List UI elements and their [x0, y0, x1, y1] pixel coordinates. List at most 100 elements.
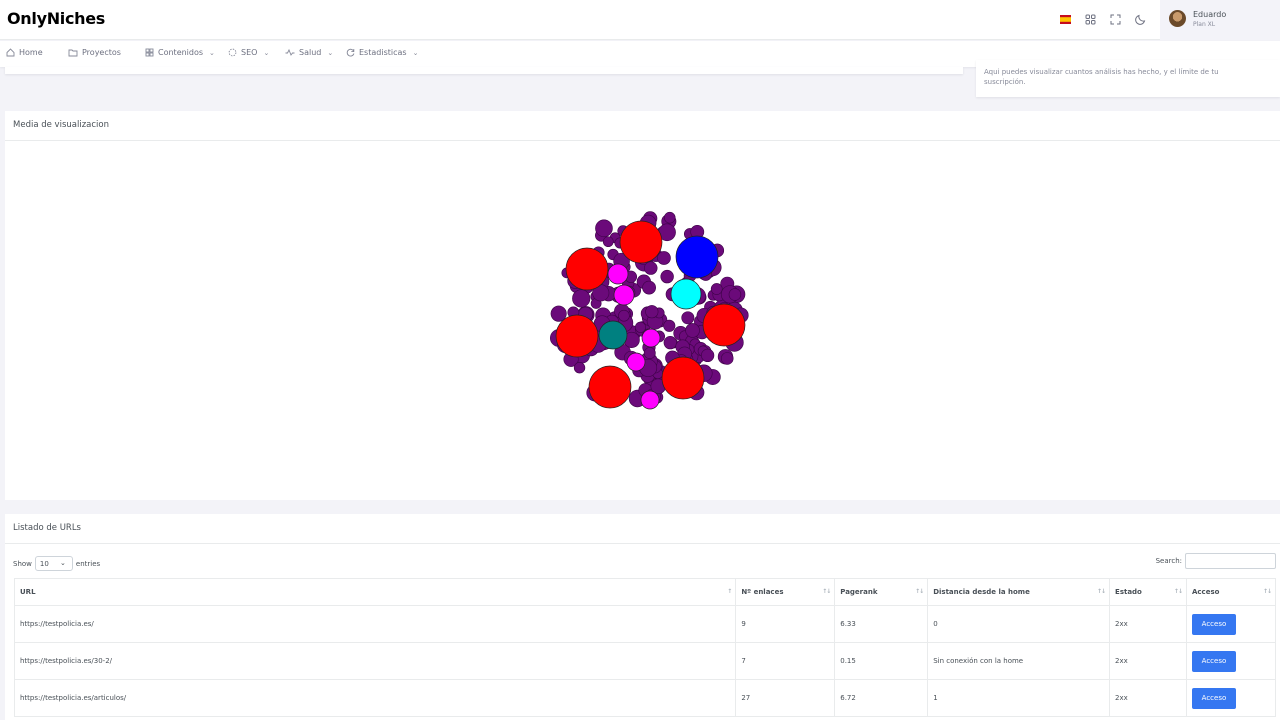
sort-icon: ↑↓ [1262, 588, 1272, 595]
cell-distancia: Sin conexión con la home [927, 642, 1111, 680]
column-header-url[interactable]: URL ↑ [13, 578, 737, 606]
user-name: Eduardo [1193, 10, 1227, 19]
node-bubble[interactable] [663, 319, 676, 332]
node-bubble[interactable] [572, 289, 591, 308]
sort-icon: ↑↓ [915, 588, 924, 595]
acceso-button[interactable]: Acceso [1191, 687, 1236, 709]
pulse-icon [285, 48, 295, 56]
node-bubble-red[interactable] [661, 356, 705, 400]
node-bubble[interactable] [645, 305, 659, 319]
cell-url: https://testpolicia.es/articulos/ [13, 679, 737, 717]
url-list-card: Listado de URLs Show 10 ⌄ entries Search… [5, 514, 1280, 720]
app-logo[interactable]: OnlyNiches [7, 9, 105, 28]
refresh-icon [346, 48, 355, 57]
node-bubble[interactable] [681, 311, 695, 325]
node-bubble[interactable] [642, 280, 656, 295]
node-bubble-red[interactable] [565, 247, 609, 291]
nav-item-home[interactable]: Home [6, 48, 43, 57]
node-bubble[interactable] [720, 352, 734, 365]
card-title: Media de visualizacion [13, 120, 109, 130]
fullscreen-icon[interactable] [1108, 12, 1123, 27]
node-bubble[interactable] [710, 283, 723, 295]
node-bubble[interactable] [595, 219, 613, 238]
column-header-pagerank[interactable]: Pagerank ↑↓ [834, 578, 929, 606]
column-header-estado[interactable]: Estado ↑↓ [1109, 578, 1187, 606]
nav-item-salud[interactable]: Salud ⌄ [285, 48, 333, 57]
cell-estado: 2xx [1109, 605, 1187, 643]
node-bubble[interactable] [660, 269, 674, 284]
node-bubble[interactable] [643, 347, 656, 359]
search-input[interactable] [1185, 553, 1276, 569]
node-bubble-red[interactable] [619, 220, 663, 264]
nav-item-estadisticas[interactable]: Estadisticas ⌄ [346, 48, 418, 57]
column-header-acceso[interactable]: Acceso ↑↓ [1185, 578, 1277, 606]
topbar-actions [1058, 12, 1148, 27]
home-icon [6, 48, 15, 57]
card-title: Listado de URLs [13, 523, 81, 533]
moon-icon[interactable] [1133, 12, 1148, 27]
search-control: Search: [1156, 553, 1276, 569]
acceso-button[interactable]: Acceso [1191, 613, 1236, 635]
chevron-down-icon: ⌄ [263, 48, 270, 57]
node-bubble-red[interactable] [702, 303, 746, 347]
column-header-enlaces[interactable]: Nº enlaces ↑↓ [735, 578, 836, 606]
cell-url: https://testpolicia.es/ [13, 605, 737, 643]
node-bubble[interactable] [663, 336, 677, 350]
table-row: https://testpolicia.es/30-2/ 7 0.15 Sin … [13, 642, 1277, 680]
node-bubble-red[interactable] [588, 365, 632, 409]
cell-enlaces: 27 [735, 679, 836, 717]
cell-pagerank: 6.33 [834, 605, 929, 643]
entries-select[interactable]: 10 ⌄ [34, 556, 73, 571]
table-row: https://testpolicia.es/ 9 6.33 0 2xx Acc… [13, 605, 1277, 643]
spain-flag-icon[interactable] [1058, 12, 1073, 27]
table-header-row: URL ↑ Nº enlaces ↑↓ Pagerank ↑↓ Distancia d… [13, 578, 1277, 606]
node-bubble-magenta[interactable] [641, 328, 661, 348]
node-bubble[interactable] [602, 236, 614, 248]
nav-item-proyectos[interactable]: Proyectos [68, 48, 121, 57]
column-header-distancia[interactable]: Distancia desde la home ↑↓ [927, 578, 1111, 606]
sort-icon: ↑ [727, 588, 732, 595]
node-bubble[interactable] [618, 309, 630, 322]
nav-item-label: Salud [299, 48, 322, 57]
node-bubble-magenta[interactable] [640, 390, 660, 410]
visualization-card: Media de visualizacion [5, 111, 1280, 500]
avatar [1169, 10, 1186, 27]
node-bubble[interactable] [573, 362, 586, 374]
nav-item-label: SEO [241, 48, 258, 57]
node-bubble-magenta[interactable] [607, 263, 629, 285]
top-bar: OnlyNiches Eduardo Plan XL [0, 0, 1280, 40]
nav-item-label: Home [19, 48, 43, 57]
cell-url: https://testpolicia.es/30-2/ [13, 642, 737, 680]
node-bubble[interactable] [664, 211, 676, 224]
node-bubble[interactable] [701, 348, 715, 363]
cell-acceso: Acceso [1185, 605, 1277, 643]
cell-pagerank: 0.15 [834, 642, 929, 680]
show-label: Show [13, 559, 32, 568]
nav-item-seo[interactable]: SEO ⌄ [228, 48, 269, 57]
node-bubble-magenta[interactable] [626, 352, 646, 372]
divider [5, 543, 1280, 544]
bubble-chart[interactable] [5, 141, 1280, 500]
entries-value: 10 [39, 560, 49, 568]
user-menu[interactable]: Eduardo Plan XL [1160, 0, 1280, 40]
grid-icon [145, 48, 154, 57]
cell-pagerank: 6.72 [834, 679, 929, 717]
chevron-down-icon: ⌄ [60, 559, 66, 567]
node-bubble-blue[interactable] [675, 235, 719, 279]
nav-item-contenidos[interactable]: Contenidos ⌄ [145, 48, 215, 57]
node-bubble-cyan[interactable] [670, 278, 702, 310]
node-bubble-red[interactable] [555, 314, 599, 358]
node-bubble[interactable] [685, 323, 700, 338]
node-bubble[interactable] [657, 251, 671, 265]
node-bubble[interactable] [728, 288, 742, 301]
node-bubble-teal[interactable] [598, 320, 628, 350]
chevron-down-icon: ⌄ [327, 48, 334, 57]
user-plan: Plan XL [1193, 21, 1216, 28]
cell-enlaces: 7 [735, 642, 836, 680]
acceso-button[interactable]: Acceso [1191, 650, 1236, 672]
node-bubble[interactable] [644, 261, 658, 275]
info-text: Aqui puedes visualizar cuantos análisis … [984, 68, 1219, 86]
node-bubble-magenta[interactable] [613, 284, 635, 306]
folder-icon [68, 49, 78, 57]
apps-grid-icon[interactable] [1083, 12, 1098, 27]
